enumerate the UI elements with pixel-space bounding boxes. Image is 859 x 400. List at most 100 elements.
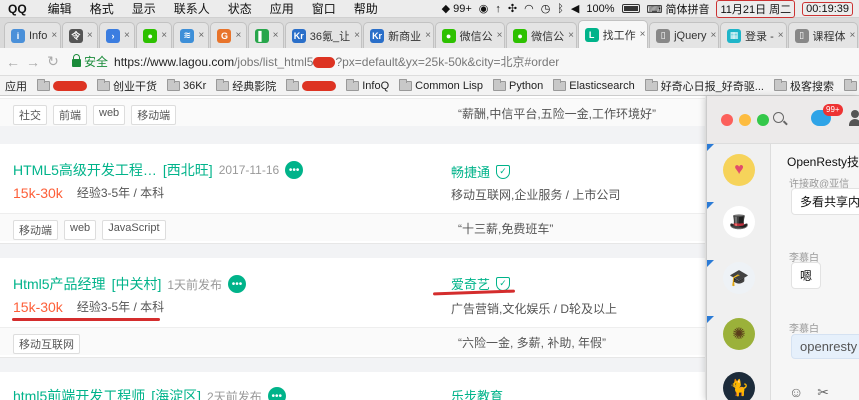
close-tab-icon[interactable]: ×	[235, 30, 241, 41]
close-tab-icon[interactable]: ×	[51, 30, 57, 41]
job-tag[interactable]: web	[93, 105, 126, 125]
bookmark-item[interactable]: 百度	[839, 78, 859, 94]
bookmark-item[interactable]	[32, 78, 92, 91]
move-tray-icon[interactable]: ✣	[508, 2, 517, 15]
browser-tab[interactable]: Kr 36氪_让 ×	[284, 22, 363, 48]
close-tab-icon[interactable]: ×	[710, 30, 716, 41]
company-name[interactable]: 乐步教育	[451, 386, 503, 400]
input-method[interactable]: ⌨ 简体拼音	[647, 1, 710, 17]
bookmark-item[interactable]: 36Kr	[162, 78, 211, 92]
bookmark-item[interactable]: InfoQ	[341, 78, 394, 92]
close-tab-icon[interactable]: ×	[87, 30, 93, 41]
close-tab-icon[interactable]: ×	[198, 30, 204, 41]
close-tab-icon[interactable]: ×	[161, 30, 167, 41]
clock-tray-icon[interactable]: ◷	[541, 2, 551, 15]
close-tab-icon[interactable]: ×	[354, 30, 360, 41]
bluetooth-icon[interactable]: ᛒ	[557, 3, 564, 15]
grad-avatar[interactable]: 🎓	[723, 262, 755, 294]
message-bubble[interactable]: 嗯	[791, 262, 822, 289]
browser-tab[interactable]: i Info ×	[4, 22, 61, 48]
close-window-icon[interactable]	[721, 114, 733, 126]
scissors-icon[interactable]: ✂	[817, 384, 829, 400]
clock-date[interactable]: 11月21日 周二	[716, 0, 796, 18]
browser-tab[interactable]: 令 ×	[61, 22, 99, 48]
browser-tab[interactable]: ● ×	[136, 22, 173, 48]
company-name[interactable]: 畅捷通	[451, 162, 490, 181]
menu-app[interactable]: QQ	[0, 2, 39, 16]
back-icon[interactable]: ←	[6, 54, 20, 70]
job-card[interactable]: Html5产品经理 [中关村] 1天前发布 ••• 15k-30k 经验3-5年…	[0, 258, 705, 358]
close-tab-icon[interactable]: ×	[778, 30, 784, 41]
job-tag[interactable]: JavaScript	[102, 220, 166, 240]
close-tab-icon[interactable]: ×	[425, 30, 431, 41]
browser-tab[interactable]: ▦ 登录 - ×	[720, 22, 787, 48]
chat-bubble-icon[interactable]: •••	[285, 161, 304, 179]
message-bubble[interactable]: 多看共享内存	[791, 188, 859, 215]
heart-avatar[interactable]: ♥	[723, 154, 755, 186]
job-tag[interactable]: 移动端	[131, 105, 177, 125]
menu-apps[interactable]: 应用	[261, 0, 303, 17]
search-icon[interactable]	[773, 112, 784, 123]
bookmark-item[interactable]: 好奇心日报_好奇驱...	[640, 78, 769, 94]
volume-icon[interactable]: ◀	[571, 2, 579, 15]
job-title[interactable]: Html5产品经理	[13, 274, 106, 294]
message-bubble[interactable]: openresty	[791, 334, 859, 359]
bookmark-item[interactable]: 创业干货	[92, 78, 162, 94]
close-tab-icon[interactable]: ×	[124, 30, 130, 41]
bookmark-item[interactable]: 经典影院	[211, 78, 281, 94]
forward-icon[interactable]: →	[26, 54, 40, 70]
job-card[interactable]: HTML5高级开发工程… [西北旺] 2017-11-16 ••• 15k-30…	[0, 144, 705, 244]
job-tag[interactable]: 社交	[13, 105, 47, 125]
browser-tab[interactable]: Kr 新商业 ×	[363, 22, 434, 48]
bookmark-item[interactable]: Python	[488, 78, 548, 92]
qq-tray-icon[interactable]: ◆ 99+	[442, 2, 472, 15]
close-tab-icon[interactable]: ×	[850, 30, 856, 41]
bookmark-item[interactable]: Elasticsearch	[548, 78, 639, 92]
job-tag[interactable]: 移动端	[13, 220, 58, 240]
menu-window[interactable]: 窗口	[303, 0, 345, 17]
menu-view[interactable]: 显示	[123, 0, 165, 17]
wechat-tray-icon[interactable]: ◉	[479, 2, 489, 15]
clock-time[interactable]: 00:19:39	[802, 1, 853, 16]
browser-tab[interactable]: G ×	[210, 22, 247, 48]
close-tab-icon[interactable]: ×	[273, 30, 279, 41]
job-location[interactable]: [中关村]	[112, 274, 162, 294]
close-tab-icon[interactable]: ×	[568, 30, 574, 41]
job-tag[interactable]: 前端	[53, 105, 87, 125]
menu-status[interactable]: 状态	[219, 0, 261, 17]
browser-tab[interactable]: L 找工作 ×	[577, 20, 649, 48]
reload-icon[interactable]: ↻	[46, 53, 60, 70]
job-location[interactable]: [海淀区]	[151, 386, 201, 400]
bookmark-item[interactable]: 应用	[0, 78, 32, 94]
browser-tab[interactable]: ▌ ×	[247, 22, 284, 48]
minimize-window-icon[interactable]	[739, 114, 751, 126]
job-title[interactable]: html5前端开发工程师	[13, 386, 145, 400]
kiwi-avatar[interactable]: ✺	[723, 318, 755, 350]
menu-format[interactable]: 格式	[81, 0, 123, 17]
chat-bubble-icon[interactable]: •••	[267, 387, 286, 400]
job-tag[interactable]: web	[64, 220, 97, 240]
close-tab-icon[interactable]: ×	[497, 30, 503, 41]
menu-help[interactable]: 帮助	[345, 0, 387, 17]
close-tab-icon[interactable]: ×	[640, 29, 646, 40]
chat-bubble-icon[interactable]: •••	[228, 275, 247, 293]
bookmark-item[interactable]: Common Lisp	[394, 78, 488, 92]
browser-tab[interactable]: ● 微信公 ×	[434, 22, 506, 48]
secure-indicator[interactable]: 安全	[72, 53, 108, 70]
job-tag[interactable]: 移动互联网	[13, 334, 80, 354]
browser-tab[interactable]: ▯ jQuery ×	[649, 22, 720, 48]
bookmark-item[interactable]	[281, 78, 341, 91]
job-card[interactable]: html5前端开发工程师 [海淀区] 2天前发布 ••• 乐步教育	[0, 372, 705, 400]
bookmark-item[interactable]: 极客搜索	[769, 78, 839, 94]
battery-icon[interactable]	[621, 4, 640, 13]
job-location[interactable]: [西北旺]	[163, 160, 213, 180]
url-field[interactable]: https://www.lagou.com/jobs/list_html5 ?px…	[114, 53, 559, 70]
menu-contacts[interactable]: 联系人	[165, 0, 219, 17]
browser-tab[interactable]: ≋ ×	[173, 22, 210, 48]
contacts-icon[interactable]	[849, 110, 859, 126]
wifi-icon[interactable]: ◠	[524, 2, 534, 15]
zoom-window-icon[interactable]	[757, 114, 769, 126]
hat-avatar[interactable]: 🎩	[723, 206, 755, 238]
menu-edit[interactable]: 编辑	[39, 0, 81, 17]
cat-avatar[interactable]: 🐈	[723, 372, 755, 400]
